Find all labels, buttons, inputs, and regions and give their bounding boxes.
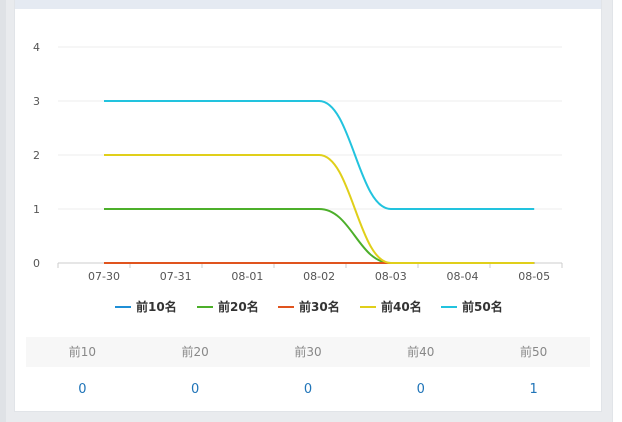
y-tick-label: 4	[33, 41, 40, 54]
stats-value-top20[interactable]: 0	[139, 367, 252, 413]
stats-table: 前10 前20 前30 前40 前50 0 0 0 0 1	[26, 337, 590, 413]
x-tick-label: 07-30	[88, 270, 120, 283]
y-tick-label: 1	[33, 203, 40, 216]
stats-value-top40[interactable]: 0	[364, 367, 477, 413]
stats-value-top50[interactable]: 1	[477, 367, 590, 413]
x-tick-label: 08-04	[447, 270, 479, 283]
stats-header-top40: 前40	[407, 345, 435, 359]
stats-value-row: 0 0 0 0 1	[26, 367, 590, 413]
x-tick-label: 07-31	[160, 270, 192, 283]
legend-item-label[interactable]: 前10名	[136, 299, 177, 314]
x-tick-label: 08-03	[375, 270, 407, 283]
stats-header-top50: 前50	[519, 345, 548, 359]
stats-header-top30: 前30	[294, 345, 322, 359]
stats-value-top10[interactable]: 0	[26, 367, 139, 413]
x-tick-label: 08-02	[303, 270, 335, 283]
legend-item-label[interactable]: 前50名	[462, 299, 503, 314]
stats-value-top30[interactable]: 0	[252, 367, 365, 413]
y-tick-label: 0	[33, 257, 40, 270]
legend-item-label[interactable]: 前30名	[299, 299, 340, 314]
series-line-2	[104, 207, 535, 265]
x-tick-label: 08-05	[518, 270, 550, 283]
stats-header-top20: 前20	[181, 345, 209, 359]
stats-header-row: 前10 前20 前30 前40 前50	[26, 337, 590, 367]
legend-item-label[interactable]: 前40名	[381, 299, 422, 314]
line-chart: 0 1 2 3 4 07-30 07-31 08-01 08-02 08-03 08-04 08-05…	[33, 41, 563, 314]
y-tick-label: 2	[33, 149, 40, 162]
stats-header-top10: 前10	[68, 345, 97, 359]
legend-item-label[interactable]: 前20名	[218, 299, 259, 314]
y-tick-label: 3	[33, 95, 40, 108]
x-tick-label: 08-01	[231, 270, 263, 283]
